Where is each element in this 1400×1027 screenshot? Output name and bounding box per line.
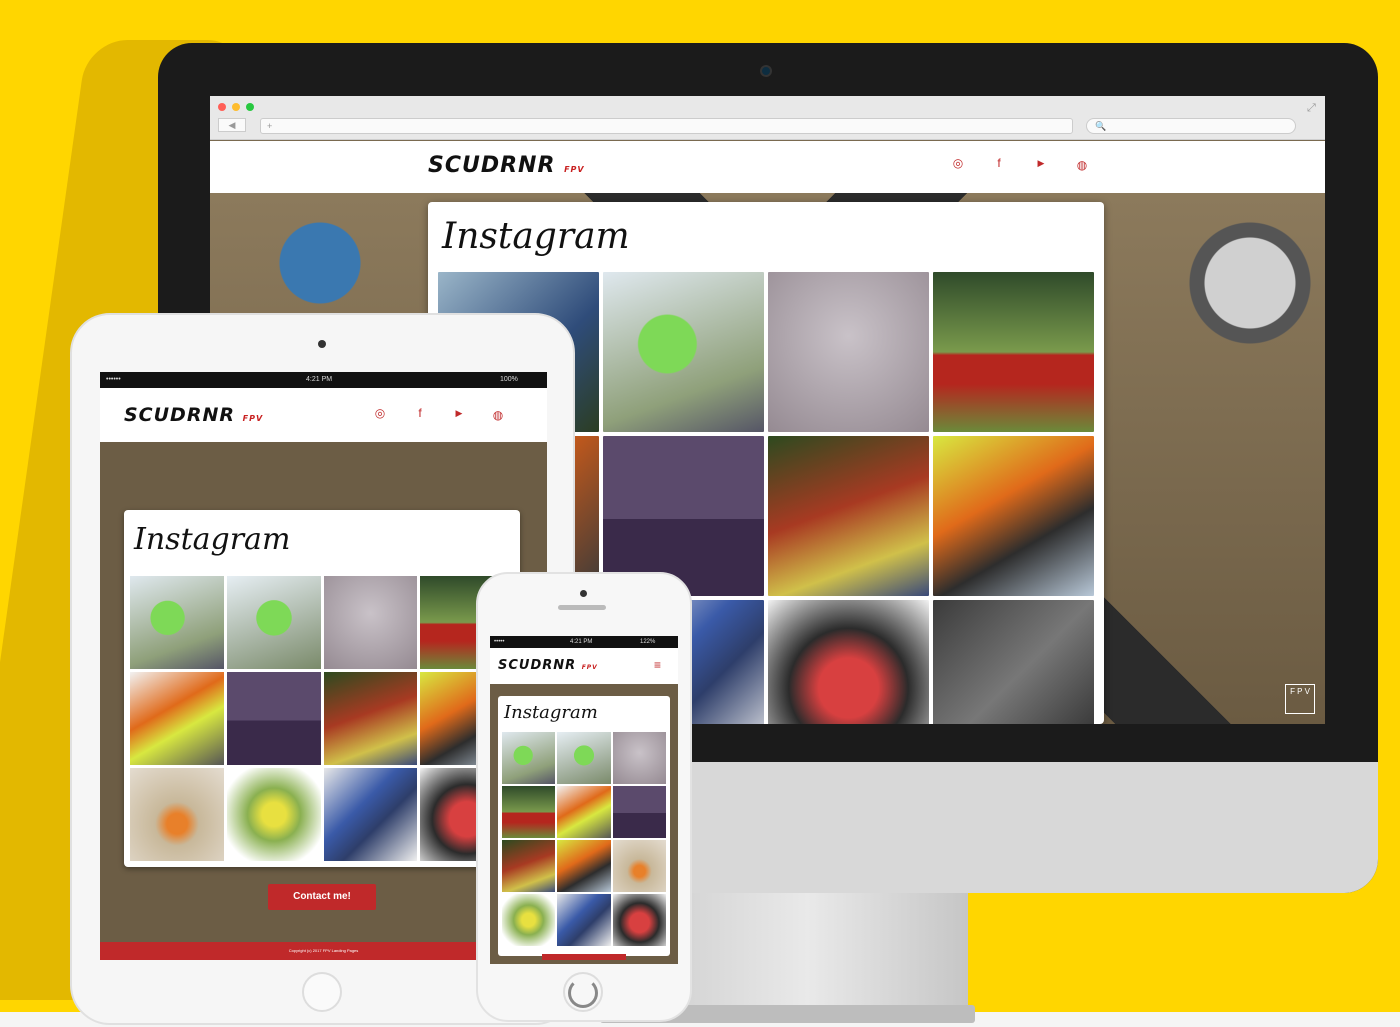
phone-site-header: SCUDRNR FPV ≡ [490,648,678,684]
instagram-photo-grid [130,576,514,861]
search-icon: 🔍 [1095,121,1107,131]
url-bar[interactable]: + [260,118,1073,134]
youtube-icon[interactable]: ▶ [1033,155,1049,171]
photo-tile[interactable] [557,786,611,838]
logo-subtitle: FPV [564,165,585,174]
browser-chrome: ◀ + 🔍 ⤢ [210,96,1325,140]
instagram-card: Instagram [124,510,520,867]
monitor-stand [648,893,968,1018]
photo-tile[interactable] [557,894,611,946]
photo-tile[interactable] [612,732,666,784]
section-title: Instagram [442,216,630,257]
photo-tile[interactable] [130,672,224,765]
photo-tile[interactable] [323,672,418,765]
status-time: 4:21 PM [570,639,593,645]
phone-camera-icon [580,590,587,597]
photo-tile[interactable] [612,786,666,838]
tablet-site-header: SCUDRNR FPV ◎ f ▶ ◍ [100,388,547,442]
photo-tile[interactable] [557,840,611,892]
site-logo[interactable]: SCUDRNR FPV [498,658,598,673]
facebook-icon[interactable]: f [412,405,428,421]
photo-tile[interactable] [502,894,556,946]
phone-status-bar: ••••• 4:21 PM 122% [490,636,678,648]
instagram-photo-grid [502,732,666,946]
photo-tile[interactable] [557,732,611,784]
apple-logo-icon [738,795,790,859]
photo-tile[interactable] [226,576,321,669]
loading-spinner-icon [568,978,598,1008]
site-header: SCUDRNR FPV ◎ f ▶ ◍ [210,141,1325,193]
logo-subtitle: FPV [242,414,264,423]
photo-tile[interactable] [603,272,764,432]
expand-icon[interactable]: ⤢ [1307,102,1316,115]
back-button[interactable]: ◀ [218,118,246,132]
dribbble-icon[interactable]: ◍ [490,407,506,423]
photo-tile[interactable] [226,672,321,765]
close-window-icon[interactable] [218,103,226,111]
facebook-icon[interactable]: f [991,155,1007,171]
phone-footer-bar [542,954,626,960]
photo-tile[interactable] [768,600,929,724]
instagram-icon[interactable]: ◎ [372,405,388,421]
site-logo[interactable]: SCUDRNR FPV [428,153,585,178]
photo-tile[interactable] [226,768,321,861]
photo-tile[interactable] [130,576,224,669]
tablet-home-button[interactable] [302,972,342,1012]
browser-search-input[interactable]: 🔍 [1086,118,1296,134]
battery-indicator: 122% [640,639,656,645]
back-icon: ◀ [228,120,236,130]
photo-tile[interactable] [130,768,224,861]
dribbble-icon[interactable]: ◍ [1074,157,1090,173]
photo-tile[interactable] [933,600,1094,724]
phone-speaker [558,605,606,610]
youtube-icon[interactable]: ▶ [451,405,467,421]
photo-tile[interactable] [323,768,418,861]
status-time: 4:21 PM [306,376,333,383]
battery-indicator: 100% [500,376,518,383]
section-title: Instagram [504,702,598,723]
photo-tile[interactable] [933,272,1094,432]
instagram-card: Instagram [498,696,670,956]
minimize-window-icon[interactable] [232,103,240,111]
section-title: Instagram [134,522,291,557]
hamburger-menu-icon[interactable]: ≡ [654,658,661,672]
photo-tile[interactable] [933,436,1094,596]
logo-subtitle: FPV [581,664,598,671]
signal-indicator: ••••• [494,639,505,645]
add-icon: + [267,121,273,131]
photo-tile[interactable] [768,436,929,596]
maximize-window-icon[interactable] [246,103,254,111]
tablet-status-bar: •••••• 4:21 PM 100% [100,372,547,388]
site-logo[interactable]: SCUDRNR FPV [124,404,263,426]
photo-tile[interactable] [502,732,556,784]
instagram-icon[interactable]: ◎ [950,155,966,171]
phone-screen: ••••• 4:21 PM 122% SCUDRNR FPV ≡ Instagr… [490,636,678,964]
watermark: F P V [1285,684,1315,714]
photo-tile[interactable] [502,840,556,892]
photo-tile[interactable] [612,840,666,892]
photo-tile[interactable] [502,786,556,838]
photo-tile[interactable] [768,272,929,432]
tablet-camera-icon [318,340,326,348]
signal-indicator: •••••• [106,376,121,383]
webcam-icon [760,65,772,77]
contact-button[interactable]: Contact me! [268,884,376,910]
photo-tile[interactable] [612,894,666,946]
photo-tile[interactable] [323,576,418,669]
